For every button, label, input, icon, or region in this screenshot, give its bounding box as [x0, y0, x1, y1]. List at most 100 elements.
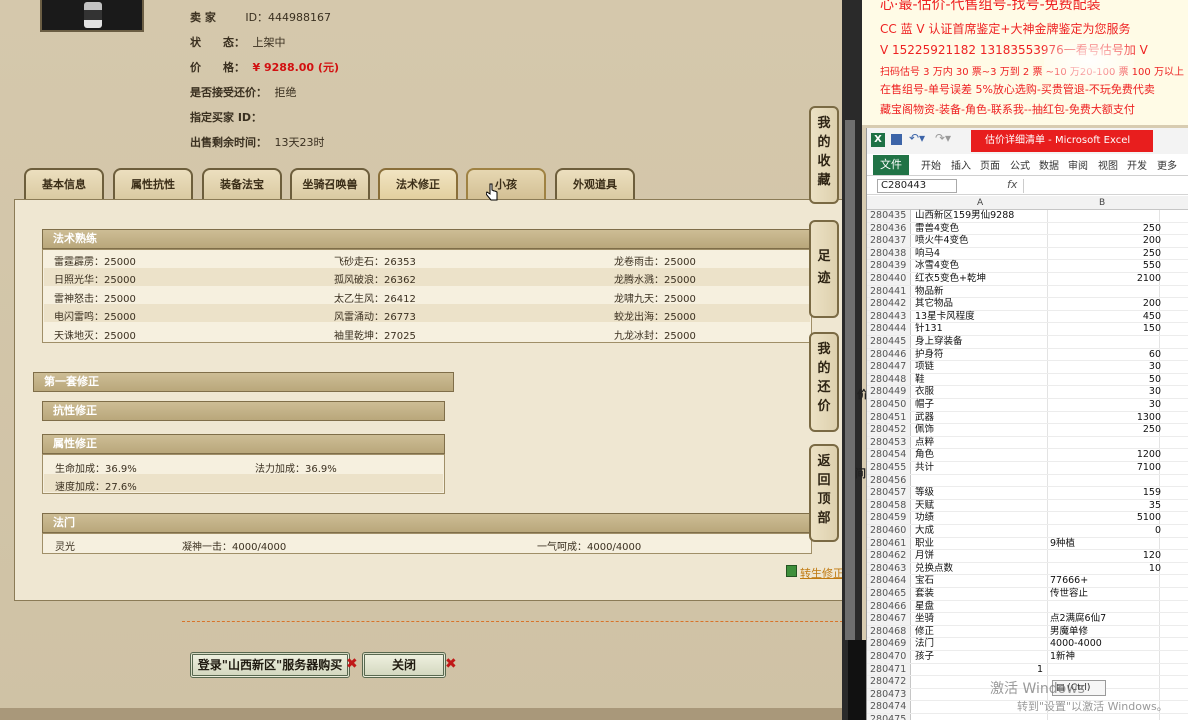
- row-number[interactable]: 280465: [870, 588, 910, 601]
- cell-b[interactable]: 男魔单修: [1050, 626, 1088, 639]
- menu-data[interactable]: 数据: [1039, 157, 1059, 172]
- fx-icon[interactable]: fx: [1007, 178, 1017, 191]
- cell-a[interactable]: 职业: [915, 538, 934, 551]
- row-number[interactable]: 280445: [870, 336, 910, 349]
- row-number[interactable]: 280455: [870, 462, 910, 475]
- cell-b[interactable]: 35: [1149, 500, 1161, 513]
- row-number[interactable]: 280435: [870, 210, 910, 223]
- cell-a[interactable]: 共计: [915, 462, 934, 475]
- table-row[interactable]: 280467 坐骑 点2满腐6仙7: [867, 613, 1188, 626]
- row-number[interactable]: 280457: [870, 487, 910, 500]
- menu-view[interactable]: 视图: [1098, 157, 1118, 172]
- cell-a[interactable]: 星盘: [915, 601, 934, 614]
- cell-a[interactable]: 响马4: [915, 248, 940, 261]
- cell-a[interactable]: 喷火牛4变色: [915, 235, 969, 248]
- column-b-header[interactable]: B: [1099, 198, 1105, 208]
- close-button[interactable]: 关闭: [362, 652, 446, 678]
- cell-a[interactable]: 冰雪4变色: [915, 260, 959, 273]
- cell-b[interactable]: 60: [1149, 349, 1161, 362]
- tab-spell-mod[interactable]: 法术修正: [378, 168, 458, 200]
- table-row[interactable]: 280435 山西新区159男仙9288: [867, 210, 1188, 223]
- cell-b[interactable]: 120: [1143, 550, 1161, 563]
- cell-a[interactable]: 点粹: [915, 437, 934, 450]
- cell-a[interactable]: 等级: [915, 487, 934, 500]
- cell-b[interactable]: 10: [1149, 563, 1161, 576]
- menu-developer[interactable]: 开发: [1127, 157, 1147, 172]
- row-number[interactable]: 280451: [870, 412, 910, 425]
- cell-b[interactable]: 1300: [1137, 412, 1161, 425]
- table-row[interactable]: 280463 兑换点数 10: [867, 563, 1188, 576]
- cell-a[interactable]: 大成: [915, 525, 934, 538]
- row-number[interactable]: 280437: [870, 235, 910, 248]
- cell-a[interactable]: 帽子: [915, 399, 934, 412]
- cell-a[interactable]: 角色: [915, 449, 934, 462]
- table-row[interactable]: 280464 宝石 77666+: [867, 575, 1188, 588]
- table-row[interactable]: 280462 月饼 120: [867, 550, 1188, 563]
- cell-b[interactable]: 传世容止: [1050, 588, 1088, 601]
- cell-b[interactable]: 5100: [1137, 512, 1161, 525]
- table-row[interactable]: 280447 项链 30: [867, 361, 1188, 374]
- cell-b[interactable]: 200: [1143, 298, 1161, 311]
- row-number[interactable]: 280450: [870, 399, 910, 412]
- table-row[interactable]: 280445 身上穿装备: [867, 336, 1188, 349]
- row-number[interactable]: 280472: [870, 676, 910, 689]
- row-number[interactable]: 280439: [870, 260, 910, 273]
- row-number[interactable]: 280443: [870, 311, 910, 324]
- row-number[interactable]: 280436: [870, 223, 910, 236]
- login-buy-button[interactable]: 登录"山西新区"服务器购买: [190, 652, 350, 678]
- cell-a[interactable]: 红衣5变色+乾坤: [915, 273, 986, 286]
- scrollbar-strip[interactable]: [845, 120, 855, 640]
- table-row[interactable]: 280449 衣服 30: [867, 386, 1188, 399]
- table-row[interactable]: 280455 共计 7100: [867, 462, 1188, 475]
- row-number[interactable]: 280463: [870, 563, 910, 576]
- undo-icon[interactable]: ↶▾: [909, 131, 925, 145]
- cell-a[interactable]: 兑换点数: [915, 563, 953, 576]
- cell-b[interactable]: 250: [1143, 223, 1161, 236]
- file-menu[interactable]: 文件: [873, 155, 909, 175]
- cell-b[interactable]: 7100: [1137, 462, 1161, 475]
- table-row[interactable]: 280452 佩饰 250: [867, 424, 1188, 437]
- cell-a[interactable]: 宝石: [915, 575, 934, 588]
- column-a-header[interactable]: A: [977, 198, 983, 208]
- table-row[interactable]: 280450 帽子 30: [867, 399, 1188, 412]
- table-row[interactable]: 280439 冰雪4变色 550: [867, 260, 1188, 273]
- cell-a[interactable]: 修正: [915, 626, 934, 639]
- row-number[interactable]: 280454: [870, 449, 910, 462]
- row-number[interactable]: 280448: [870, 374, 910, 387]
- cell-b[interactable]: 200: [1143, 235, 1161, 248]
- cell-b[interactable]: 450: [1143, 311, 1161, 324]
- row-number[interactable]: 280475: [870, 714, 910, 720]
- table-row[interactable]: 280453 点粹: [867, 437, 1188, 450]
- menu-review[interactable]: 审阅: [1068, 157, 1088, 172]
- row-number[interactable]: 280470: [870, 651, 910, 664]
- cell-b[interactable]: 30: [1149, 361, 1161, 374]
- save-icon[interactable]: [891, 134, 902, 145]
- cell-b[interactable]: 2100: [1137, 273, 1161, 286]
- row-number[interactable]: 280449: [870, 386, 910, 399]
- zhuansheng-link[interactable]: 转生修正: [800, 565, 844, 581]
- table-row[interactable]: 280444 针131 150: [867, 323, 1188, 336]
- cell-b[interactable]: 0: [1155, 525, 1161, 538]
- row-number[interactable]: 280460: [870, 525, 910, 538]
- menu-insert[interactable]: 插入: [951, 157, 971, 172]
- row-number[interactable]: 280474: [870, 701, 910, 714]
- table-row[interactable]: 280440 红衣5变色+乾坤 2100: [867, 273, 1188, 286]
- cell-a[interactable]: 物品新: [915, 286, 944, 299]
- row-number[interactable]: 280458: [870, 500, 910, 513]
- menu-home[interactable]: 开始: [921, 157, 941, 172]
- cell-a[interactable]: 孩子: [915, 651, 934, 664]
- row-number[interactable]: 280473: [870, 689, 910, 702]
- menu-page[interactable]: 页面: [980, 157, 1000, 172]
- row-number[interactable]: 280471: [870, 664, 910, 677]
- cell-a[interactable]: 月饼: [915, 550, 934, 563]
- table-row[interactable]: 280438 响马4 250: [867, 248, 1188, 261]
- row-number[interactable]: 280447: [870, 361, 910, 374]
- cell-b[interactable]: 1200: [1137, 449, 1161, 462]
- name-box[interactable]: C280443: [877, 179, 957, 193]
- cell-b[interactable]: 30: [1149, 386, 1161, 399]
- cell-a[interactable]: 身上穿装备: [915, 336, 963, 349]
- row-number[interactable]: 280462: [870, 550, 910, 563]
- formula-input[interactable]: [1023, 179, 1188, 193]
- table-row[interactable]: 280466 星盘: [867, 601, 1188, 614]
- footprint-button[interactable]: 足迹: [809, 220, 839, 318]
